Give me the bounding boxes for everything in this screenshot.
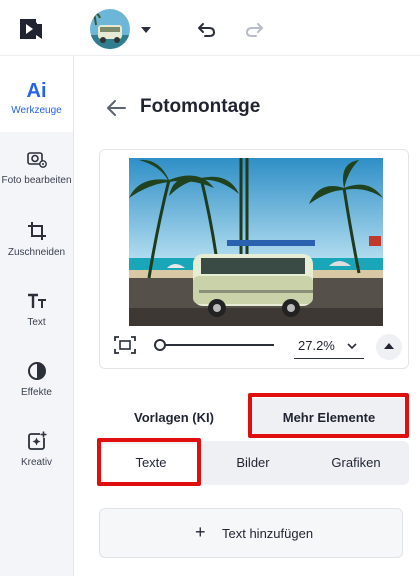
sidebar-item-text[interactable]: Text xyxy=(0,290,73,329)
sidebar-item-label: Effekte xyxy=(21,387,52,398)
text-icon xyxy=(27,293,46,308)
back-arrow-icon[interactable] xyxy=(106,99,126,117)
chevron-down-icon xyxy=(347,343,357,350)
tab-mehr-elemente[interactable]: Mehr Elemente xyxy=(251,398,407,438)
element-type-segmented-control: Texte Bilder Grafiken xyxy=(99,441,409,485)
tab-vorlagen-ki[interactable]: Vorlagen (KI) xyxy=(99,398,249,438)
add-text-button[interactable]: + Text hinzufügen xyxy=(99,508,403,558)
crop-icon xyxy=(27,222,46,240)
undo-icon[interactable] xyxy=(197,19,217,39)
zoom-select[interactable]: 27.2% xyxy=(294,333,364,359)
main-panel: Fotomontage 27.2% Vorlagen (KI) Mehr Ele… xyxy=(75,56,420,576)
page-title: Fotomontage xyxy=(140,96,261,117)
sidebar-item-kreativ[interactable]: Kreativ xyxy=(0,430,73,469)
redo-icon[interactable] xyxy=(244,19,264,39)
zoom-slider-track[interactable] xyxy=(160,344,274,346)
segment-grafiken[interactable]: Grafiken xyxy=(306,444,406,482)
collapse-preview-button[interactable] xyxy=(376,334,402,360)
element-tabs: Vorlagen (KI) Mehr Elemente xyxy=(99,398,409,438)
project-thumbnail-avatar[interactable] xyxy=(90,9,130,49)
sparkle-add-icon xyxy=(27,431,47,450)
fit-to-screen-icon[interactable] xyxy=(114,336,136,354)
sidebar-item-foto-bearbeiten[interactable]: Foto bearbeiten xyxy=(0,148,73,187)
plus-icon: + xyxy=(195,522,206,542)
top-bar xyxy=(0,0,420,56)
image-preview-card: 27.2% xyxy=(99,149,409,369)
app-logo-icon[interactable] xyxy=(18,17,44,41)
add-text-label: Text hinzufügen xyxy=(222,526,314,541)
sidebar-item-label: Zuschneiden xyxy=(7,247,66,258)
photo-edit-icon xyxy=(26,152,47,168)
sidebar-item-label: Kreativ xyxy=(20,457,53,468)
sidebar-item-zuschneiden[interactable]: Zuschneiden xyxy=(0,220,73,259)
sidebar-item-werkzeuge[interactable]: Ai Werkzeuge xyxy=(0,56,73,132)
ai-tools-icon: Ai xyxy=(26,80,47,102)
sidebar-item-label: Foto bearbeiten xyxy=(1,175,72,186)
segment-bilder[interactable]: Bilder xyxy=(204,444,302,482)
tool-sidebar: Ai Werkzeuge Foto bearbeiten Zuschneiden… xyxy=(0,56,74,576)
zoom-value: 27.2% xyxy=(298,338,335,353)
zoom-slider-handle[interactable] xyxy=(154,339,166,351)
contrast-effects-icon xyxy=(27,362,46,380)
photo-preview[interactable] xyxy=(129,158,383,326)
sidebar-item-effekte[interactable]: Effekte xyxy=(0,360,73,399)
sidebar-item-label: Werkzeuge xyxy=(11,105,62,116)
segment-texte[interactable]: Texte xyxy=(102,444,200,482)
sidebar-item-label: Text xyxy=(27,317,46,328)
project-menu-chevron-down-icon[interactable] xyxy=(141,27,151,33)
